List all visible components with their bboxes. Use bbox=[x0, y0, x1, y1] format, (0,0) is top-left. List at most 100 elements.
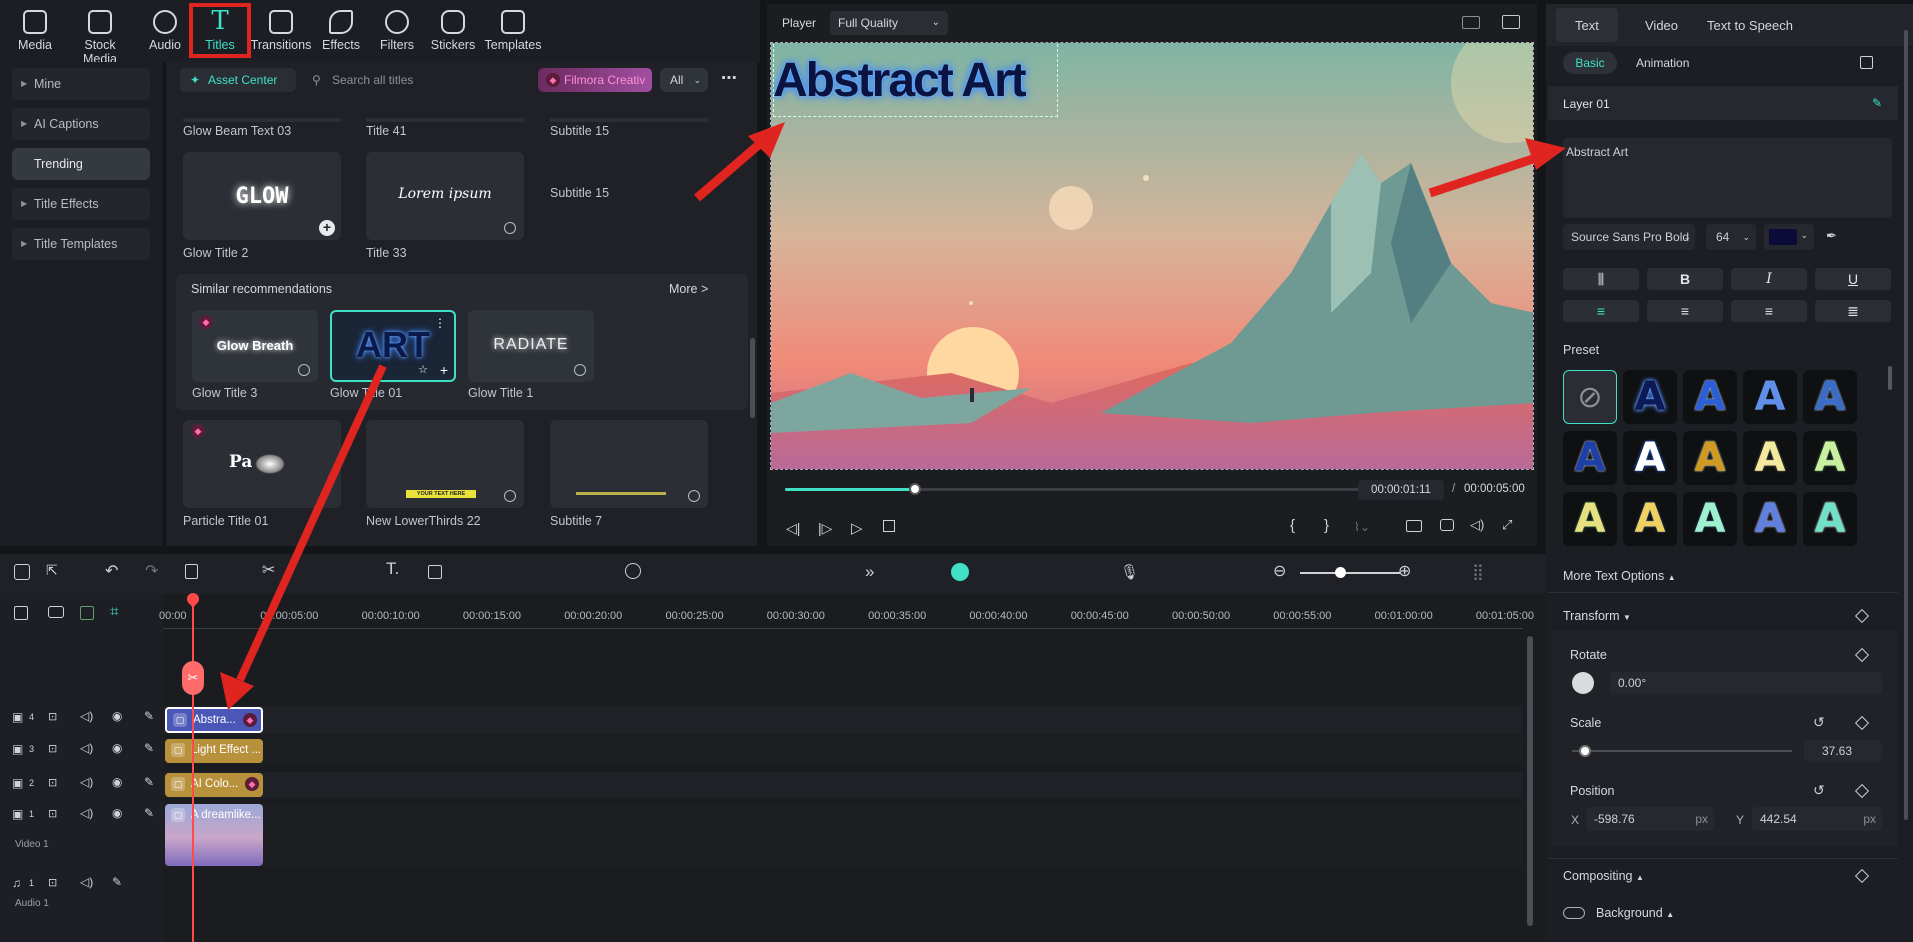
nav-item-title-templates[interactable]: ▶ Title Templates bbox=[12, 228, 150, 260]
text-content-input[interactable]: Abstract Art bbox=[1563, 138, 1892, 218]
properties-scrollbar[interactable] bbox=[1904, 30, 1908, 820]
mark-out-icon[interactable]: } bbox=[1324, 517, 1329, 534]
track-edit-icon[interactable]: ✎ bbox=[144, 775, 154, 789]
lock-icon[interactable]: ⊡ bbox=[48, 807, 57, 820]
undo-icon[interactable]: ↶ bbox=[105, 561, 118, 581]
compositing-toggle[interactable]: Compositing ▲ bbox=[1563, 869, 1644, 883]
marker-icon[interactable]: ⌇⌄ bbox=[1354, 520, 1370, 534]
visibility-eye-icon[interactable]: ◉ bbox=[112, 709, 122, 723]
preset-tile[interactable]: A bbox=[1803, 492, 1857, 546]
stop-icon[interactable] bbox=[883, 520, 895, 532]
preset-tile[interactable]: A bbox=[1683, 370, 1737, 424]
zoom-in-icon[interactable]: ⊕ bbox=[1398, 561, 1411, 581]
asset-card-glow-title-2[interactable]: GLOW + bbox=[183, 152, 341, 240]
crop-icon[interactable] bbox=[428, 565, 442, 579]
lock-icon[interactable]: ⊡ bbox=[48, 710, 57, 723]
align-justify-button[interactable]: ≣ bbox=[1815, 300, 1891, 322]
auto-ripple-icon[interactable] bbox=[80, 606, 94, 620]
track-row[interactable] bbox=[163, 772, 1523, 798]
toolbar-stickers[interactable]: Stickers bbox=[421, 8, 485, 56]
fullscreen-icon[interactable]: ⤢ bbox=[1502, 517, 1512, 533]
display-settings-icon[interactable] bbox=[1406, 520, 1422, 532]
track-edit-icon[interactable]: ✎ bbox=[112, 875, 122, 889]
filmora-creative-promo[interactable]: ◆ Filmora Creativ bbox=[538, 68, 652, 92]
tab-video[interactable]: Video bbox=[1645, 18, 1678, 33]
visibility-eye-icon[interactable]: ◉ bbox=[112, 806, 122, 820]
reset-icon[interactable]: ↺ bbox=[1813, 714, 1825, 731]
timeline-clip[interactable]: ▢ A dreamlike... bbox=[165, 804, 263, 866]
text-selection-box[interactable] bbox=[773, 43, 1058, 117]
preset-tile[interactable]: A bbox=[1743, 370, 1797, 424]
filter-select[interactable]: All ⌄ bbox=[660, 68, 708, 92]
snap-icon[interactable]: ⌗ bbox=[110, 603, 118, 620]
download-icon[interactable] bbox=[574, 364, 586, 376]
asset-card-particle-title-01[interactable]: ◆ Pa bbox=[183, 420, 341, 508]
download-icon[interactable] bbox=[298, 364, 310, 376]
camera-snapshot-icon[interactable] bbox=[1440, 519, 1454, 531]
align-center-button[interactable]: ≡ bbox=[1647, 300, 1723, 322]
zoom-slider[interactable] bbox=[1300, 572, 1400, 574]
toolbar-audio[interactable]: Audio bbox=[133, 8, 197, 56]
toolbar-transitions[interactable]: Transitions bbox=[249, 8, 313, 56]
text-tool-icon[interactable]: T. bbox=[386, 559, 399, 579]
favorite-star-icon[interactable]: ☆ bbox=[418, 363, 428, 376]
transform-toggle[interactable]: Transform ▼ bbox=[1563, 609, 1631, 623]
timeline-clip[interactable]: ▢ Abstra... ◆ bbox=[165, 707, 263, 733]
nav-item-title-effects[interactable]: ▶ Title Effects bbox=[12, 188, 150, 220]
lock-icon[interactable]: ⊡ bbox=[48, 776, 57, 789]
asset-card-new-lowerthirds-22[interactable]: YOUR TEXT HERE bbox=[366, 420, 524, 508]
preset-tile[interactable]: A bbox=[1683, 492, 1737, 546]
prev-frame-icon[interactable]: ◁| bbox=[786, 520, 800, 537]
subtab-animation[interactable]: Animation bbox=[1636, 56, 1689, 70]
save-preset-icon[interactable] bbox=[1860, 56, 1873, 69]
position-y-input[interactable]: 442.54 px bbox=[1752, 807, 1882, 831]
track-row[interactable] bbox=[163, 706, 1523, 734]
italic-button[interactable]: I bbox=[1731, 268, 1807, 290]
ai-edit-icon[interactable]: ✎ bbox=[1872, 96, 1882, 110]
preset-none[interactable]: ⊘ bbox=[1563, 370, 1617, 424]
select-tool-icon[interactable]: ⇱ bbox=[46, 562, 58, 579]
preset-tile[interactable]: A bbox=[1743, 492, 1797, 546]
subtab-basic[interactable]: Basic bbox=[1563, 52, 1617, 74]
asset-card-subtitle-7[interactable] bbox=[550, 420, 708, 508]
track-row[interactable] bbox=[163, 803, 1523, 867]
preset-tile[interactable]: A bbox=[1623, 492, 1677, 546]
toolbar-effects[interactable]: Effects bbox=[309, 8, 373, 56]
asset-card-glow-title-1[interactable]: RADIATE bbox=[468, 310, 594, 382]
snapshot-view-icon[interactable] bbox=[1502, 15, 1520, 29]
zoom-slider-knob[interactable] bbox=[1335, 567, 1346, 578]
redo-icon[interactable]: ↷ bbox=[145, 561, 158, 581]
add-icon[interactable]: + bbox=[319, 220, 335, 236]
split-scissors-marker[interactable]: ✂ bbox=[182, 661, 204, 695]
eyedropper-icon[interactable]: ✒ bbox=[1826, 228, 1837, 244]
rotate-dial[interactable] bbox=[1572, 672, 1594, 694]
scrollbar[interactable] bbox=[750, 338, 755, 418]
align-left-button[interactable]: ≡ bbox=[1563, 300, 1639, 322]
timeline-clip[interactable]: ▢ Light Effect ... bbox=[165, 739, 263, 763]
speed-icon[interactable] bbox=[625, 563, 641, 579]
split-scissors-icon[interactable]: ✂ bbox=[262, 560, 275, 580]
background-toggle-switch[interactable] bbox=[1563, 907, 1585, 919]
asset-card-glow-title-01[interactable]: ART ⋮ + ☆ bbox=[330, 310, 456, 382]
next-frame-icon[interactable]: |▷ bbox=[818, 520, 832, 537]
preset-tile[interactable]: A bbox=[1803, 370, 1857, 424]
ai-assistant-icon[interactable] bbox=[951, 563, 969, 581]
preset-tile[interactable]: A bbox=[1623, 431, 1677, 485]
nav-item-mine[interactable]: ▶ Mine bbox=[12, 68, 150, 100]
more-tools-icon[interactable]: » bbox=[865, 562, 874, 582]
bold-button[interactable]: B bbox=[1647, 268, 1723, 290]
font-color-select[interactable]: ⌄ bbox=[1764, 224, 1814, 250]
lock-icon[interactable]: ⊡ bbox=[48, 742, 57, 755]
mute-icon[interactable]: ◁) bbox=[80, 775, 93, 789]
more-options-icon[interactable]: ⋯ bbox=[721, 68, 737, 88]
microphone-icon[interactable]: 🎙 bbox=[1120, 563, 1139, 581]
asset-center-button[interactable]: ✦ Asset Center bbox=[180, 68, 296, 92]
toolbar-media[interactable]: Media bbox=[3, 8, 67, 56]
track-edit-icon[interactable]: ✎ bbox=[144, 741, 154, 755]
preset-tile[interactable]: A bbox=[1563, 431, 1617, 485]
more-link[interactable]: More > bbox=[669, 282, 708, 296]
toolbar-stock-media[interactable]: Stock Media bbox=[68, 8, 132, 66]
grid-layout-icon[interactable]: ⣿ bbox=[1472, 562, 1484, 582]
toolbar-filters[interactable]: Filters bbox=[365, 8, 429, 56]
timeline-scrollbar[interactable] bbox=[1527, 636, 1533, 926]
